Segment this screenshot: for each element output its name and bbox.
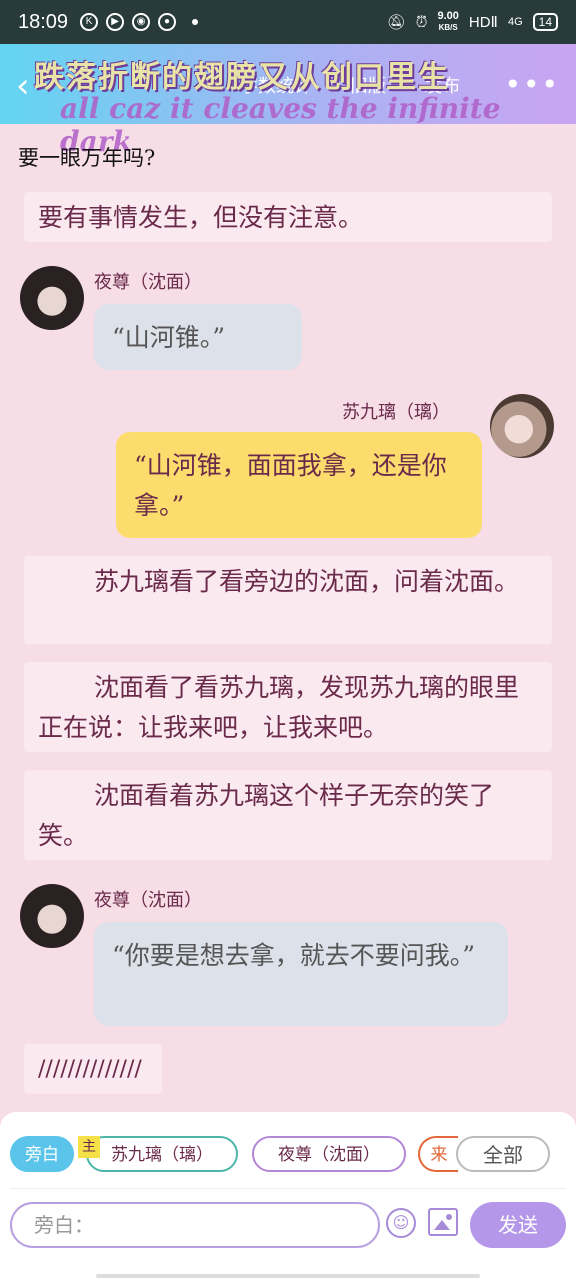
avatar-shen-mian[interactable] — [20, 884, 84, 948]
chip-ye-zun[interactable]: 夜尊（沈面） — [252, 1136, 406, 1172]
message-bubble[interactable]: “你要是想去拿，就去不要问我。” — [94, 922, 508, 1026]
chip-su-jiuli[interactable]: 苏九璃（璃） — [86, 1136, 238, 1172]
speaker-name: 夜尊（沈面） — [94, 890, 202, 911]
message-bubble[interactable]: “山河锥，面面我拿，还是你拿。” — [116, 432, 482, 538]
avatar-su-jiuli[interactable] — [490, 394, 554, 458]
signal-indicator: 4G — [507, 16, 523, 28]
app-k-icon: K — [80, 13, 99, 31]
narration-block[interactable]: 沈面看了看苏九璃，发现苏九璃的眼里正在说：让我来吧，让我来吧。 — [24, 662, 552, 752]
notification-icons: K ▶ ◉ ● — [80, 13, 199, 31]
mute-icon: 🔕︎ — [386, 14, 406, 31]
speed-value: 9.00 — [437, 10, 459, 22]
alarm-icon: ⏰︎ — [415, 13, 428, 31]
send-button[interactable]: 发送 — [470, 1202, 566, 1248]
app-video-icon: ▶ — [106, 13, 125, 31]
overlay-title: 跌落折断的翅膀又从创口里生 — [34, 60, 450, 95]
status-bar: 18:09 K ▶ ◉ ● 🔕︎ ⏰︎ 9.00 KB/S HDⅡ 4G 14 — [0, 0, 576, 44]
more-notifications-icon — [192, 19, 199, 25]
avatar-shen-mian[interactable] — [20, 266, 84, 330]
speaker-name: 夜尊（沈面） — [94, 272, 202, 293]
message-bubble[interactable]: “山河锥。” — [94, 304, 302, 370]
narration-block[interactable]: 苏九璃看了看旁边的沈面，问着沈面。 — [24, 556, 552, 644]
message-input[interactable] — [10, 1202, 380, 1248]
speaker-name: 苏九璃（璃） — [342, 402, 450, 423]
input-row: ☺ 发送 — [0, 1200, 576, 1252]
composer-panel: 旁白 苏九璃（璃） 夜尊（沈面） 来 全部 主 ☺ 发送 — [0, 1112, 576, 1280]
battery-indicator: 14 — [532, 13, 558, 31]
network-speed: 9.00 KB/S — [437, 11, 458, 33]
image-icon[interactable] — [428, 1208, 458, 1236]
app-iqiyi-icon: ◉ — [132, 13, 151, 31]
status-time: 18:09 — [18, 10, 69, 33]
chip-narrator[interactable]: 旁白 — [10, 1136, 74, 1172]
top-line-text: 要一眼万年吗? — [18, 146, 156, 170]
narration-block[interactable]: 要有事情发生，但没有注意。 — [24, 192, 552, 242]
app-header: ‹ 字数统计 旧版 发布 ••• 跌落折断的翅膀又从创口里生 all caz i… — [0, 44, 576, 158]
divider — [10, 1188, 566, 1189]
emoji-icon[interactable]: ☺ — [386, 1208, 416, 1238]
hd-indicator: HDⅡ — [468, 14, 498, 31]
gesture-bar — [96, 1274, 480, 1278]
narration-block[interactable]: ////////////// — [24, 1044, 162, 1094]
back-arrow-icon[interactable]: ‹ — [16, 66, 30, 106]
narration-block[interactable]: 沈面看着苏九璃这个样子无奈的笑了笑。 — [24, 770, 552, 860]
main-character-badge: 主 — [78, 1136, 100, 1158]
speed-unit: KB/S — [438, 23, 458, 32]
status-right: 🔕︎ ⏰︎ 9.00 KB/S HDⅡ 4G 14 — [387, 11, 558, 33]
app-weibo-icon: ● — [158, 13, 177, 31]
chip-truncated[interactable]: 来 — [418, 1136, 458, 1172]
chip-all[interactable]: 全部 — [456, 1136, 550, 1172]
